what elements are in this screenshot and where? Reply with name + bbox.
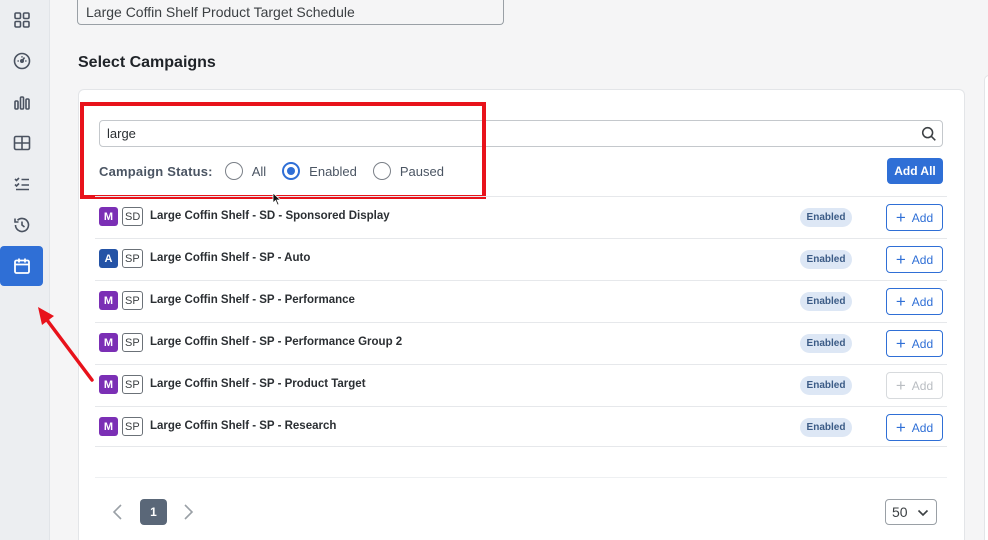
- ad-type-badge: SP: [122, 291, 143, 310]
- ad-type-badge: SP: [122, 375, 143, 394]
- page-size-select[interactable]: 50: [885, 499, 937, 525]
- status-badge: Enabled: [800, 250, 852, 269]
- ad-type-badge: SP: [122, 417, 143, 436]
- annotation-highlight-box: [80, 102, 486, 199]
- plus-icon: +: [895, 334, 906, 353]
- checklist-icon: [13, 177, 29, 191]
- sidebar: [0, 0, 50, 540]
- history-icon: [13, 217, 29, 233]
- add-label: Add: [911, 420, 934, 435]
- chevron-right-icon[interactable]: [181, 503, 195, 521]
- right-panel-edge: [984, 75, 988, 540]
- add-label: Add: [911, 336, 934, 351]
- sidebar-item-schedules[interactable]: [0, 246, 43, 286]
- sidebar-item-history[interactable]: [0, 205, 43, 245]
- status-badge: Enabled: [800, 334, 852, 353]
- targeting-type-badge: M: [99, 207, 118, 226]
- targeting-type-badge: A: [99, 249, 118, 268]
- campaign-name: Large Coffin Shelf - SP - Product Target: [150, 378, 366, 390]
- add-campaign-button[interactable]: + Add: [886, 288, 943, 315]
- campaign-name: Large Coffin Shelf - SD - Sponsored Disp…: [150, 210, 390, 222]
- campaign-name: Large Coffin Shelf - SP - Auto: [150, 252, 311, 264]
- section-title: Select Campaigns: [78, 54, 216, 71]
- plus-icon: +: [895, 376, 906, 395]
- campaign-row: M SP Large Coffin Shelf - SP - Performan…: [95, 280, 947, 322]
- ad-type-badge: SD: [122, 207, 144, 226]
- targeting-type-badge: M: [99, 291, 118, 310]
- status-badge: Enabled: [800, 208, 852, 227]
- search-icon[interactable]: [920, 125, 938, 143]
- calendar-icon: [13, 258, 30, 274]
- status-badge: Enabled: [800, 292, 852, 311]
- pagination-divider: [95, 477, 947, 478]
- campaign-row: M SP Large Coffin Shelf - SP - Performan…: [95, 322, 947, 364]
- sidebar-item-reports[interactable]: [0, 82, 43, 122]
- add-campaign-button-disabled: + Add: [886, 372, 943, 399]
- schedule-name-field[interactable]: Large Coffin Shelf Product Target Schedu…: [77, 0, 504, 25]
- list-divider: [95, 446, 947, 447]
- campaign-row: M SP Large Coffin Shelf - SP - Product T…: [95, 364, 947, 406]
- plus-icon: +: [895, 418, 906, 437]
- add-label: Add: [911, 252, 934, 267]
- table-icon: [13, 135, 30, 151]
- sidebar-item-tables[interactable]: [0, 123, 43, 163]
- sidebar-item-dashboard[interactable]: [0, 41, 43, 81]
- campaign-name: Large Coffin Shelf - SP - Performance: [150, 294, 355, 306]
- ad-type-badge: SP: [122, 249, 143, 268]
- targeting-type-badge: M: [99, 417, 118, 436]
- bar-chart-icon: [13, 96, 30, 110]
- add-campaign-button[interactable]: + Add: [886, 204, 943, 231]
- page-number-current[interactable]: 1: [140, 499, 167, 525]
- status-badge: Enabled: [800, 376, 852, 395]
- status-badge: Enabled: [800, 418, 852, 437]
- chevron-left-icon[interactable]: [111, 503, 125, 521]
- sidebar-item-tasks[interactable]: [0, 164, 43, 204]
- ad-type-badge: SP: [122, 333, 143, 352]
- page-size-value: 50: [892, 504, 908, 520]
- campaign-name: Large Coffin Shelf - SP - Performance Gr…: [150, 336, 403, 348]
- add-campaign-button[interactable]: + Add: [886, 414, 943, 441]
- targeting-type-badge: M: [99, 333, 118, 352]
- plus-icon: +: [895, 250, 906, 269]
- sidebar-item-apps[interactable]: [0, 0, 43, 40]
- campaign-row: M SD Large Coffin Shelf - SD - Sponsored…: [95, 196, 947, 238]
- targeting-type-badge: M: [99, 375, 118, 394]
- add-all-button[interactable]: Add All: [887, 158, 943, 184]
- dashboard-gauge-icon: [13, 52, 30, 70]
- chevron-down-icon: [917, 509, 929, 517]
- add-label: Add: [911, 294, 934, 309]
- campaign-name: Large Coffin Shelf - SP - Research: [150, 420, 337, 432]
- add-campaign-button[interactable]: + Add: [886, 330, 943, 357]
- annotation-arrow: [38, 307, 94, 382]
- campaign-row: M SP Large Coffin Shelf - SP - Research …: [95, 406, 947, 448]
- campaign-row: A SP Large Coffin Shelf - SP - Auto Enab…: [95, 238, 947, 280]
- mouse-cursor-icon: [272, 192, 282, 206]
- grid-icon: [13, 12, 30, 28]
- plus-icon: +: [895, 292, 906, 311]
- add-label: Add: [911, 210, 934, 225]
- add-campaign-button[interactable]: + Add: [886, 246, 943, 273]
- plus-icon: +: [895, 208, 906, 227]
- add-label: Add: [911, 378, 934, 393]
